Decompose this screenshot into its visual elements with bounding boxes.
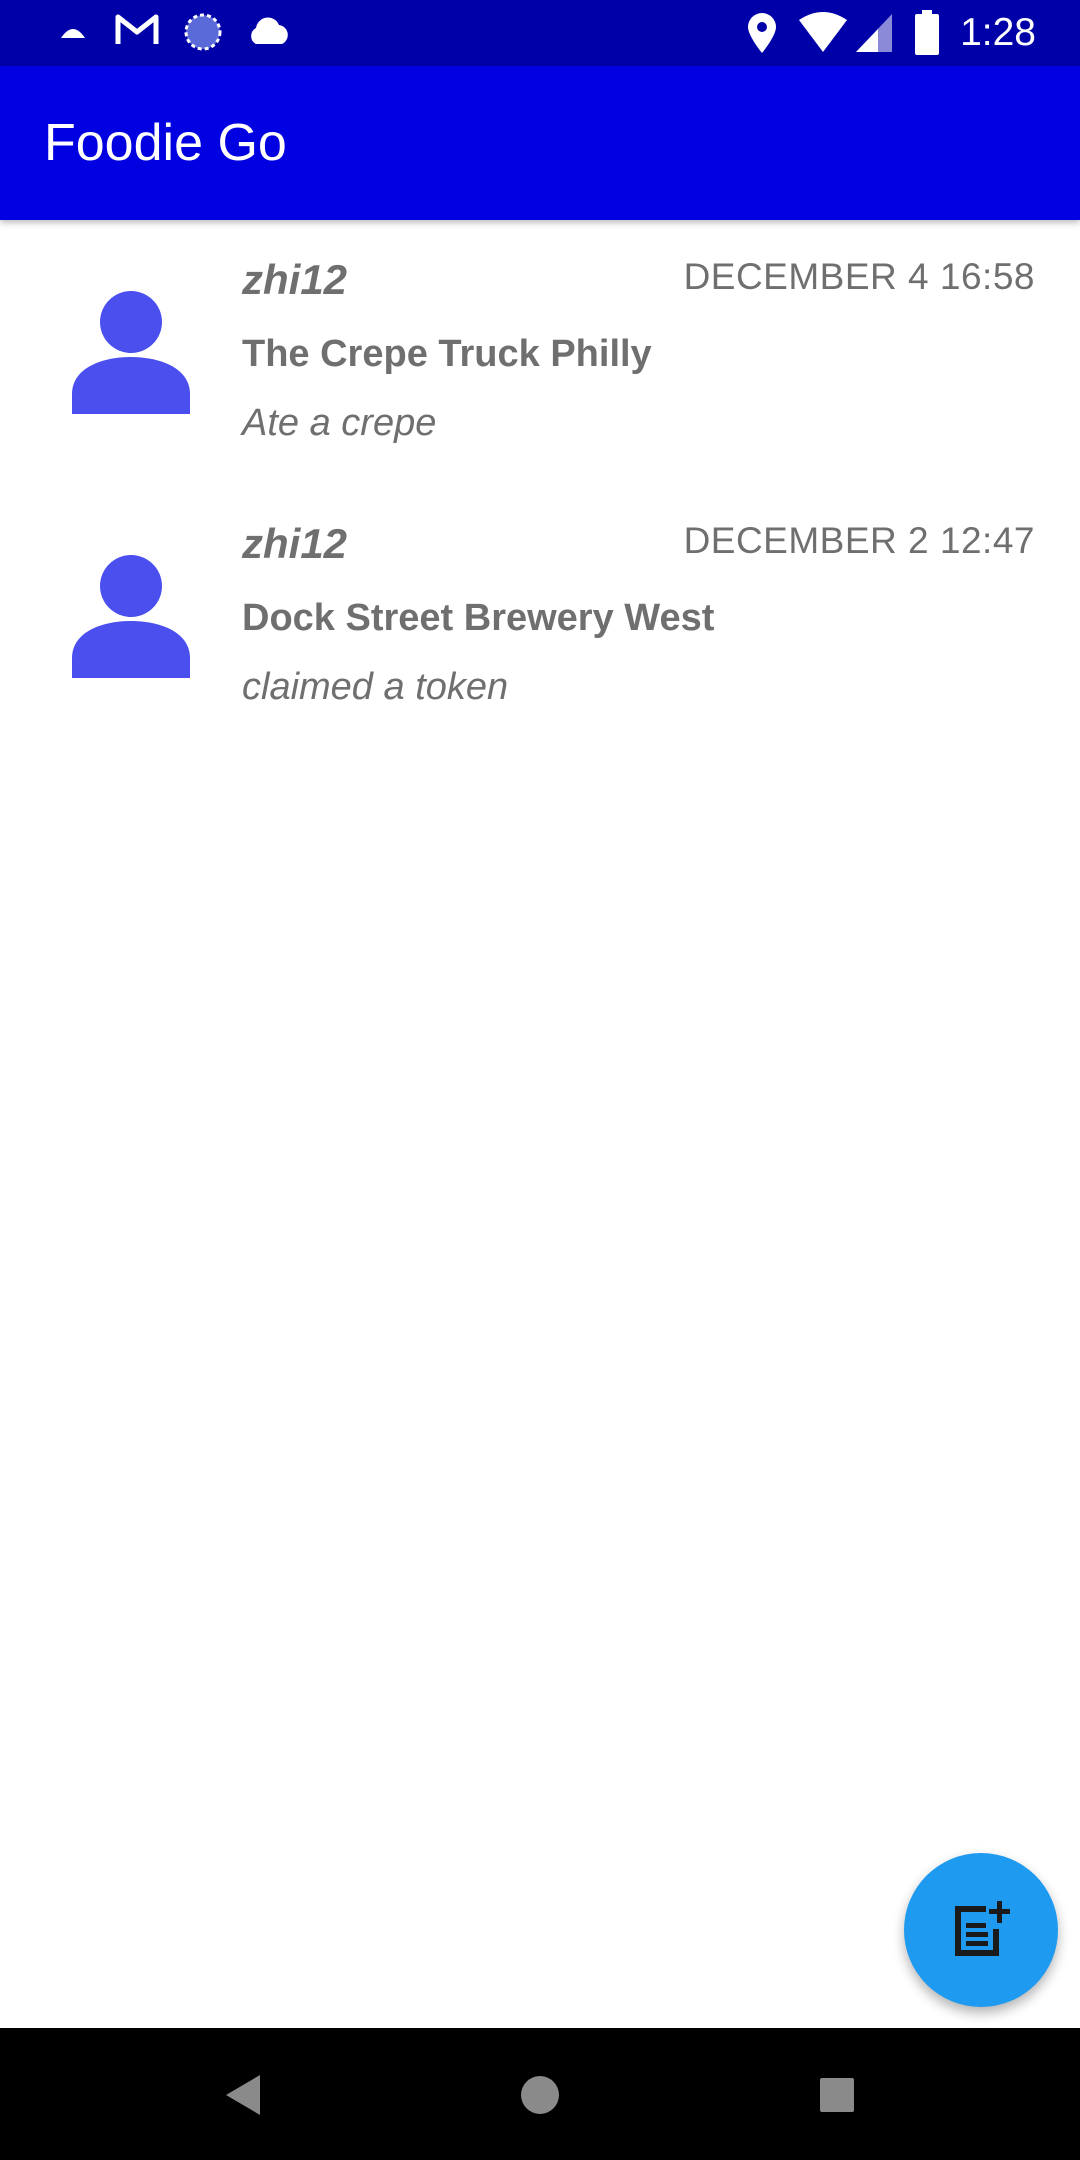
gmail-icon <box>115 14 159 44</box>
back-icon[interactable] <box>208 2060 278 2130</box>
android-notification-icon <box>61 29 85 38</box>
activity-text: Ate a crepe <box>242 402 437 444</box>
sync-icon <box>184 13 222 51</box>
wifi-icon <box>799 12 847 52</box>
place-name: The Crepe Truck Philly <box>242 333 652 375</box>
activity-feed: zhi12 DECEMBER 4 16:58 The Crepe Truck P… <box>0 220 1080 748</box>
place-name: Dock Street Brewery West <box>242 597 715 639</box>
timestamp: DECEMBER 2 12:47 <box>683 520 1035 561</box>
username: zhi12 <box>242 256 348 303</box>
location-icon <box>748 13 776 53</box>
timestamp: DECEMBER 4 16:58 <box>683 256 1035 297</box>
home-icon[interactable] <box>505 2060 575 2130</box>
status-time: 1:28 <box>960 11 1036 54</box>
recents-icon[interactable] <box>802 2060 872 2130</box>
navigation-bar <box>0 2028 1080 2160</box>
user-avatar-icon <box>72 291 190 414</box>
user-avatar-icon <box>72 555 190 678</box>
cloud-icon <box>251 17 288 44</box>
app-bar: Foodie Go <box>0 66 1080 220</box>
feed-item[interactable]: zhi12 DECEMBER 4 16:58 The Crepe Truck P… <box>0 220 1080 484</box>
username: zhi12 <box>242 520 348 567</box>
feed-item[interactable]: zhi12 DECEMBER 2 12:47 Dock Street Brewe… <box>0 484 1080 748</box>
activity-text: claimed a token <box>242 666 509 708</box>
app-title: Foodie Go <box>44 114 287 172</box>
status-bar: 1:28 <box>0 0 1080 66</box>
new-post-button[interactable] <box>904 1853 1058 2007</box>
cell-signal-icon <box>856 14 892 52</box>
new-post-icon <box>955 1901 1010 1956</box>
battery-icon <box>915 10 939 55</box>
